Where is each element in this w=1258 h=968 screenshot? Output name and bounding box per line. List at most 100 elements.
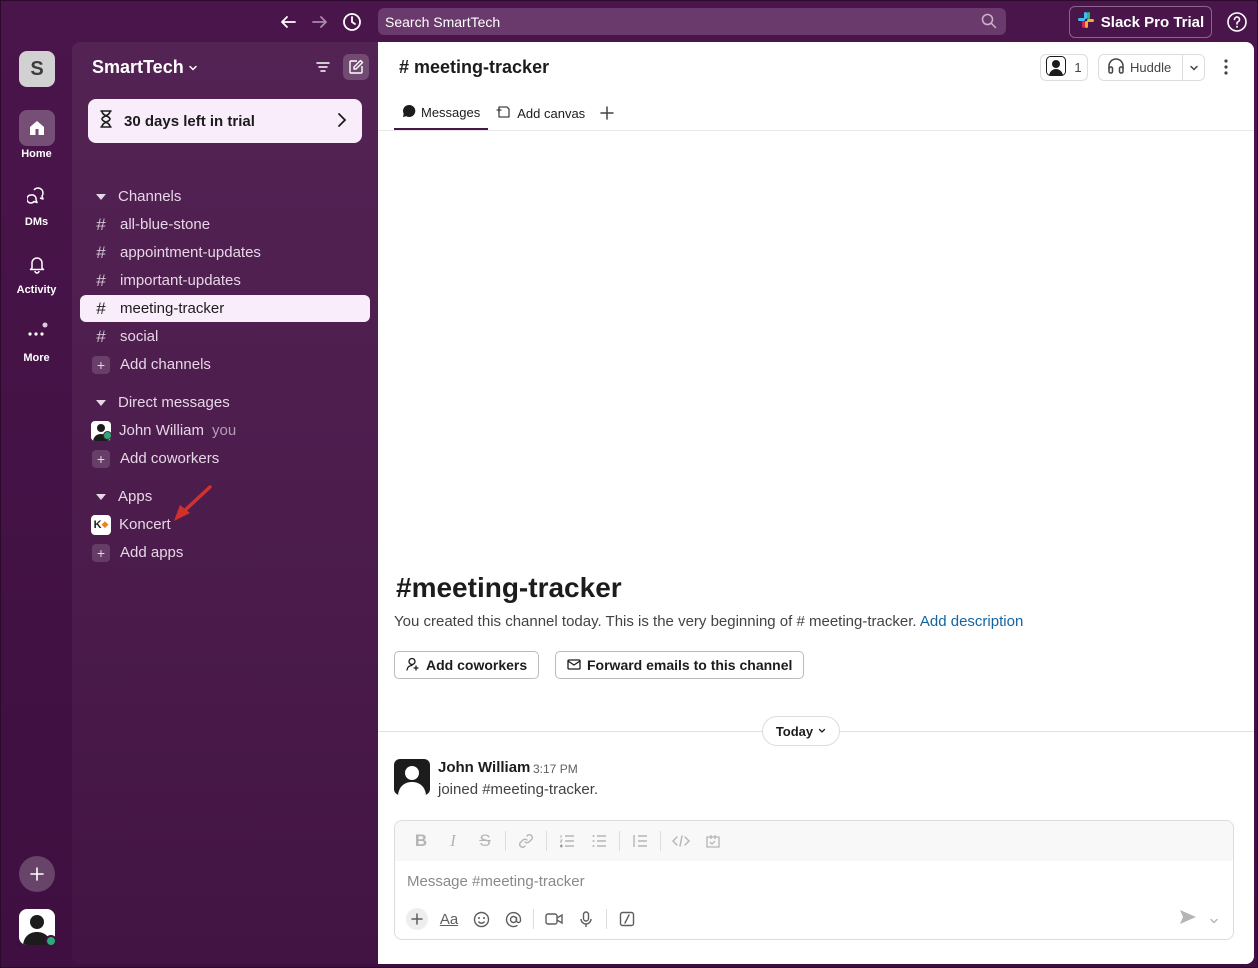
add-coworkers-intro-button[interactable]: Add coworkers [394,651,540,679]
tab-messages-label: Messages [421,104,481,120]
huddle-label: Huddle [1130,60,1172,75]
huddle-button[interactable]: Huddle [1098,54,1205,81]
link-icon[interactable] [510,825,542,857]
channel-title[interactable]: # meeting-tracker [399,57,549,78]
add-coworkers-button[interactable]: + Add coworkers [80,445,370,472]
app-item-koncert[interactable]: K ◆ Koncert [80,511,370,538]
tab-messages[interactable]: Messages [394,96,489,130]
search-icon [981,13,997,32]
rail-more[interactable]: More [1,314,72,364]
annotation-arrow-icon [168,483,218,532]
dm-user-name: John William [119,422,205,439]
filter-icon[interactable] [310,54,336,80]
compose-icon[interactable] [343,54,369,80]
bold-icon[interactable]: B [405,825,437,857]
back-arrow-icon[interactable] [276,10,300,34]
ordered-list-icon[interactable] [551,825,583,857]
hash-icon: # [399,57,410,77]
message-input[interactable]: Message #meeting-tracker [407,873,585,890]
dm-item-john-william[interactable]: John William you [80,417,370,444]
plus-icon: + [92,449,110,468]
rail-home[interactable]: Home [1,110,72,160]
app-label: Koncert [119,516,171,533]
channel-item-all-blue-stone[interactable]: # all-blue-stone [80,211,370,238]
trial-banner[interactable]: 30 days left in trial [88,99,362,143]
presence-dot [103,431,112,440]
slash-command-icon[interactable] [611,905,643,933]
message-timestamp[interactable]: 3:17 PM [533,762,578,776]
rail-dms-label: DMs [24,216,49,228]
help-icon[interactable] [1226,11,1248,33]
search-input[interactable]: Search SmartTech [378,8,1006,35]
add-person-icon [406,657,420,674]
strikethrough-icon[interactable]: S [469,825,501,857]
chevron-down-icon[interactable] [1182,54,1204,81]
workspace-name-menu[interactable]: SmartTech [92,57,198,78]
hash-icon: # [96,326,106,346]
members-button[interactable]: 1 [1040,54,1088,81]
add-coworkers-label: Add coworkers [120,450,220,467]
forward-emails-button[interactable]: Forward emails to this channel [555,651,805,679]
workspace-switcher[interactable]: S [19,51,55,87]
intro-title-text: meeting-tracker [411,572,622,603]
mention-icon[interactable] [497,905,529,933]
caret-down-icon [96,399,106,406]
add-workspace-button[interactable] [19,856,55,892]
message-body: joined #meeting-tracker. [438,781,599,798]
koncert-logo-letter: K [93,518,102,531]
rail-dms[interactable]: DMs [1,178,72,228]
dm-section-header[interactable]: Direct messages [96,394,230,411]
home-icon [18,110,55,146]
workspace-name: SmartTech [92,57,184,77]
apps-header-label: Apps [118,488,153,505]
channel-item-social[interactable]: # social [80,323,370,350]
kebab-menu-icon[interactable] [1223,57,1229,82]
channel-intro-title: #meeting-tracker [396,572,622,604]
channels-section-header[interactable]: Channels [96,188,181,205]
chevron-down-icon[interactable] [1209,913,1219,931]
italic-icon[interactable]: I [437,825,469,857]
tab-add-canvas[interactable]: Add canvas [488,96,593,130]
toolbar-separator [546,831,547,851]
message-bubble-icon [402,104,416,121]
channel-item-important-updates[interactable]: # important-updates [80,267,370,294]
emoji-icon[interactable] [465,905,497,933]
hash-icon: # [96,242,106,262]
slack-pro-trial-button[interactable]: Slack Pro Trial [1069,6,1212,38]
video-icon[interactable] [538,905,570,933]
bullet-list-icon[interactable] [583,825,615,857]
chevron-down-icon [188,65,197,71]
toolbar-separator [619,831,620,851]
member-avatar-icon [1046,56,1067,79]
apps-section-header[interactable]: Apps [96,488,152,505]
code-icon[interactable] [665,825,697,857]
history-clock-icon[interactable] [340,10,364,34]
message-author[interactable]: John William [438,759,530,776]
composer-actions: Aa [401,905,643,933]
rail-activity[interactable]: Activity [1,246,72,296]
send-icon[interactable] [1179,909,1197,930]
attach-plus-icon[interactable] [406,908,428,930]
huddle-start[interactable]: Huddle [1099,57,1182,78]
add-description-link[interactable]: Add description [920,613,1023,630]
dm-icon [19,178,55,214]
hourglass-icon [98,110,114,132]
add-channels-button[interactable]: + Add channels [80,351,370,378]
add-apps-button[interactable]: + Add apps [80,539,370,566]
channel-item-appointment-updates[interactable]: # appointment-updates [80,239,370,266]
add-tab-icon[interactable] [593,96,621,130]
bell-icon [19,246,55,282]
presence-dot [45,935,57,947]
channel-view: # meeting-tracker 1 Huddle Messages Add … [378,42,1254,964]
code-block-icon[interactable] [697,825,729,857]
day-divider-button[interactable]: Today [762,716,840,746]
message-avatar[interactable] [394,759,430,795]
toolbar-separator [505,831,506,851]
hash-icon: # [96,214,106,234]
microphone-icon[interactable] [570,905,602,933]
forward-arrow-icon[interactable] [308,10,332,34]
formatting-toolbar: B I S [395,821,1233,861]
format-toggle-icon[interactable]: Aa [433,905,465,933]
channel-item-meeting-tracker[interactable]: # meeting-tracker [80,295,370,322]
blockquote-icon[interactable] [624,825,656,857]
